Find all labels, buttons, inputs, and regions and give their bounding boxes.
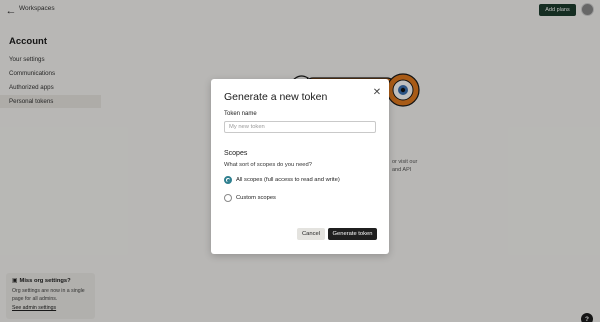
dialog-title: Generate a new token bbox=[224, 91, 328, 103]
scopes-question: What sort of scopes do you need? bbox=[224, 162, 312, 168]
token-name-label: Token name bbox=[224, 111, 257, 117]
token-name-input[interactable] bbox=[224, 121, 376, 133]
radio-all-scopes[interactable] bbox=[224, 176, 232, 184]
generate-token-dialog: Generate a new token ✕ Token name Scopes… bbox=[211, 79, 389, 254]
radio-custom-scopes[interactable] bbox=[224, 194, 232, 202]
scope-option-custom[interactable]: Custom scopes bbox=[224, 194, 276, 202]
scope-option-all[interactable]: All scopes (full access to read and writ… bbox=[224, 176, 340, 184]
radio-all-scopes-label: All scopes (full access to read and writ… bbox=[236, 177, 340, 183]
cancel-button[interactable]: Cancel bbox=[297, 228, 325, 240]
radio-custom-scopes-label: Custom scopes bbox=[236, 195, 276, 201]
generate-token-button[interactable]: Generate token bbox=[328, 228, 377, 240]
close-icon[interactable]: ✕ bbox=[371, 87, 383, 99]
scopes-heading: Scopes bbox=[224, 150, 248, 157]
